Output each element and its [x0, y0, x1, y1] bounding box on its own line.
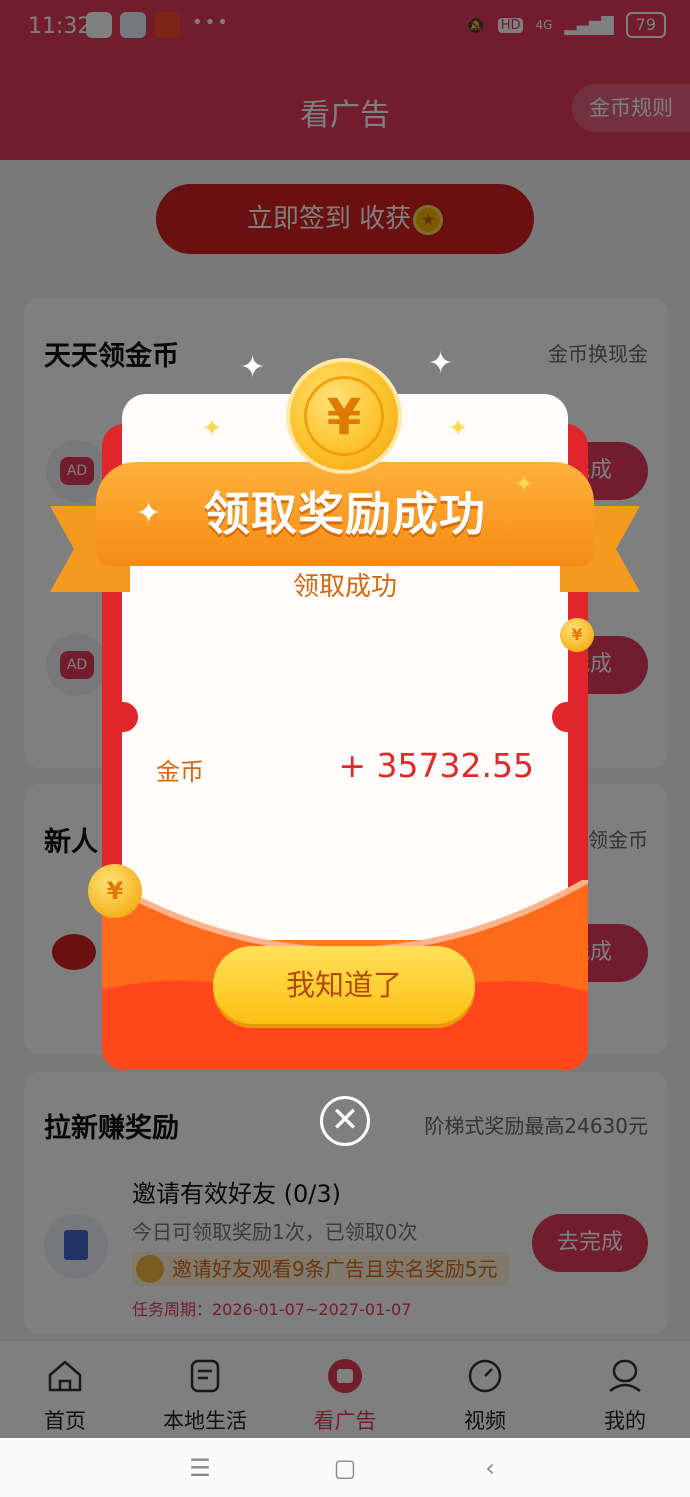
sparkle-icon: ✦ [136, 496, 162, 531]
ticket-notch [552, 702, 582, 732]
menu-icon[interactable]: ☰ [180, 1452, 220, 1484]
coin-label: 金币 [156, 758, 204, 786]
home-square-icon[interactable]: ▢ [325, 1452, 365, 1484]
got-it-button[interactable]: 我知道了 [213, 946, 475, 1024]
back-icon[interactable]: ‹ [470, 1452, 510, 1484]
success-message: 领取成功 [292, 572, 397, 602]
reward-modal: 领取奖励成功 ¥ ✦ ✦ ✦ ✦ ✦ ✦ 领取成功 金币 + 35732.55 … [0, 0, 690, 1438]
sparkle-icon: ✦ [202, 414, 223, 442]
big-coin-icon: ¥ [286, 358, 402, 474]
sparkle-icon: ✦ [428, 346, 454, 381]
sparkle-icon: ✦ [448, 414, 469, 442]
floating-coin-icon: ¥ [88, 864, 142, 918]
sparkle-icon: ✦ [514, 470, 535, 498]
coin-reward-value: + 35732.55 [338, 746, 534, 785]
system-nav-bar: ☰ ▢ ‹ [0, 1438, 690, 1497]
ticket-notch [108, 702, 138, 732]
close-icon[interactable]: ✕ [320, 1096, 370, 1146]
sparkle-icon: ✦ [240, 350, 266, 385]
floating-coin-icon: ¥ [560, 618, 594, 652]
